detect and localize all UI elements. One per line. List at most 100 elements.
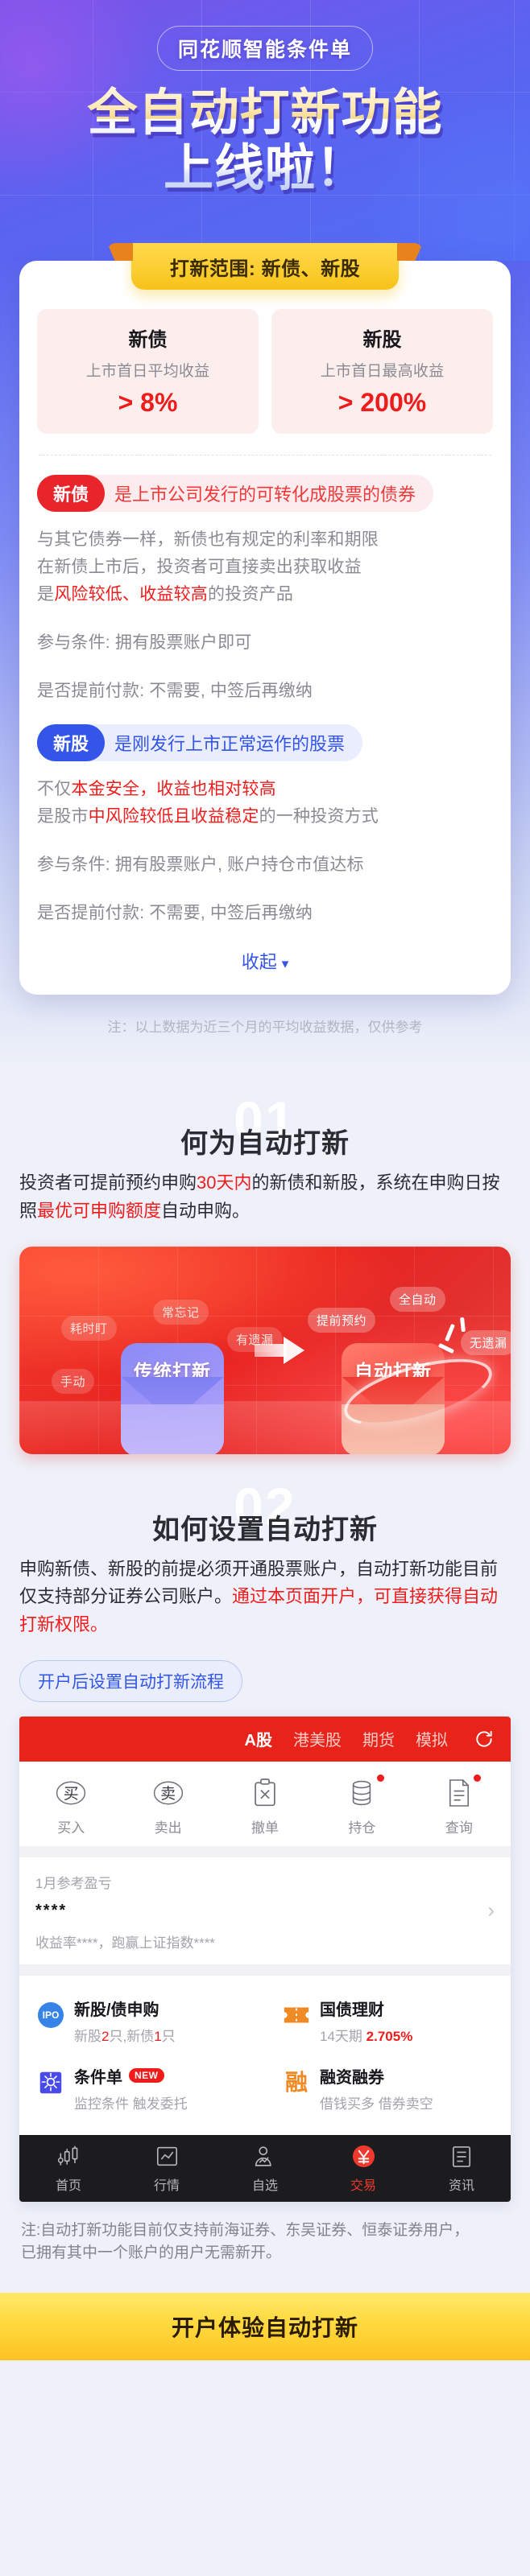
feature-condition-order[interactable]: 条件单 NEW 监控条件 触发委托 (19, 2055, 265, 2122)
stat-row: 新债 上市首日平均收益 > 8% 新股 上市首日最高收益 > 200% (37, 309, 493, 434)
label-no-omission: 无遗漏 (461, 1329, 511, 1355)
bond-line3-pre: 是 (37, 585, 55, 604)
action-cancel-order[interactable]: 撤单 (217, 1774, 313, 1836)
tabbar-watchlist[interactable]: 自选 (216, 2143, 314, 2194)
collapse-label: 收起 (241, 952, 277, 973)
watchlist-person-icon (216, 2143, 314, 2170)
tabbar-watchlist-label: 自选 (251, 2178, 278, 2193)
section1-body-hl2: 最优可申购额度 (37, 1200, 162, 1221)
app-section-separator (19, 1845, 511, 1857)
sub-num1: 2.705% (366, 2028, 413, 2044)
margin-trading-icon: 融 (283, 2069, 310, 2096)
tabbar-trade-label: 交易 (350, 2178, 376, 2193)
stock-line1-pre: 不仅 (37, 780, 72, 799)
app-pnl-panel[interactable]: 1月参考盈亏 **** 收益率****，跑赢上证指数**** › (19, 1857, 511, 1964)
info-card-wrapper: 打新范围: 新债、新股 新债 上市首日平均收益 > 8% 新股 上市首日最高收益… (0, 243, 530, 1069)
stat-subtitle: 上市首日平均收益 (85, 363, 210, 380)
card-note: 注：以上数据为近三个月的平均收益数据，仅供参考 (107, 1020, 423, 1036)
stock-line1-highlight: 本金安全，收益也相对较高 (71, 780, 276, 799)
feature-treasury-wealth[interactable]: 国债理财 14天期 2.705% (265, 1987, 511, 2055)
condition-order-icon (37, 2069, 64, 2096)
chevron-right-icon[interactable]: › (487, 1898, 495, 1923)
pnl-detail: 收益率****，跑赢上证指数**** (35, 1935, 215, 1951)
stat-subtitle: 上市首日最高收益 (320, 363, 445, 380)
tabbar-home-label: 首页 (55, 2178, 81, 2193)
feature-title-text: 新股/债申购 (74, 2001, 159, 2019)
action-holdings[interactable]: 持仓 (313, 1774, 410, 1836)
app-screenshot-mock: A股 港美股 期货 模拟 买 买入 卖 卖出 撤单 持仓 查询 1月参考盈亏 *… (19, 1716, 511, 2202)
stock-prepay: 是否提前付款: 不需要, 中签后再缴纳 (37, 904, 313, 923)
action-buy[interactable]: 买 买入 (23, 1774, 119, 1836)
bond-tagline: 新债 是上市公司发行的可转化成股票的债券 (37, 475, 434, 512)
home-candlestick-icon (19, 2143, 118, 2170)
app-top-tabbar: A股 港美股 期货 模拟 (19, 1716, 511, 1762)
tabbar-trade[interactable]: 交易 (314, 2143, 412, 2194)
pnl-value: **** (35, 1901, 68, 1919)
flow-pill-button[interactable]: 开户后设置自动打新流程 (19, 1659, 242, 1702)
holdings-icon (313, 1774, 410, 1811)
section1-body-hl1: 30天内 (197, 1173, 252, 1193)
sub-num2: 1 (154, 2028, 162, 2044)
action-sell-label: 卖出 (154, 1820, 182, 1836)
trade-yen-icon (314, 2143, 412, 2170)
sub-pre: 14天期 (320, 2028, 362, 2044)
feature-ipo-subscription[interactable]: IPO 新股/债申购 新股2只,新债1只 (19, 1987, 265, 2055)
section1-body-pre: 投资者可提前预约申购 (19, 1173, 197, 1193)
bond-line3-post: 的投资产品 (208, 585, 294, 604)
envelope-front (121, 1403, 224, 1454)
footer-note-line2: 已拥有其中一个账户的用户无需新开。 (21, 2244, 282, 2262)
buy-circle-icon: 买 (23, 1774, 119, 1811)
action-sell[interactable]: 卖 卖出 (119, 1774, 216, 1836)
new-badge: NEW (129, 2068, 164, 2083)
tabbar-home[interactable]: 首页 (19, 2143, 118, 2194)
stock-tagline: 新股 是刚发行上市正常运作的股票 (37, 724, 363, 762)
label-manual: 手动 (52, 1368, 95, 1394)
holdings-badge-dot (376, 1774, 384, 1782)
stat-title: 新债 (128, 329, 168, 351)
sub-post: 只 (161, 2028, 176, 2044)
stock-line2-pre: 是股市 (37, 807, 89, 826)
app-feature-grid: IPO 新股/债申购 新股2只,新债1只 国债理财 14天期 2.705% 条件… (19, 1976, 511, 2135)
tab-simulation[interactable]: 模拟 (416, 1727, 448, 1750)
hero-title-line1: 全自动打新功能 (0, 85, 530, 141)
cta-open-account-button[interactable]: 开户体验自动打新 (0, 2292, 530, 2360)
feature-sub: 监控条件 触发委托 (74, 2096, 188, 2112)
tab-a-shares[interactable]: A股 (245, 1727, 272, 1750)
feature-title-text: 条件单 (74, 2068, 122, 2087)
quotes-chart-icon (118, 2143, 216, 2170)
promo-landing-page: 同花顺智能条件单 全自动打新功能 上线啦！ 打新范围: 新债、新股 新债 上市首… (0, 0, 530, 2360)
section1-body: 投资者可提前预约申购30天内的新债和新股，系统在申购日按照最优可申购额度自动申购… (19, 1169, 511, 1226)
label-book-in-advance: 提前预约 (308, 1307, 376, 1333)
stock-condition: 参与条件: 拥有股票账户, 账户持仓市值达标 (37, 855, 364, 875)
action-buy-label: 买入 (57, 1820, 85, 1836)
tabbar-news[interactable]: 资讯 (412, 2143, 511, 2194)
app-quick-actions: 买 买入 卖 卖出 撤单 持仓 查询 (19, 1761, 511, 1846)
feature-sub: 借钱买多 借券卖空 (320, 2096, 433, 2112)
feature-title-text: 国债理财 (320, 2001, 384, 2019)
hero-title: 全自动打新功能 上线啦！ (0, 85, 530, 197)
tabbar-quotes[interactable]: 行情 (118, 2143, 216, 2194)
bond-chip: 新债 (37, 475, 105, 512)
refresh-icon[interactable] (474, 1729, 495, 1750)
stat-card-stock: 新股 上市首日最高收益 > 200% (271, 309, 493, 434)
stock-line2-highlight: 中风险较低且收益稳定 (88, 807, 259, 826)
action-query[interactable]: 查询 (411, 1774, 507, 1836)
comparison-illustration: 耗时盯 常忘记 有遗漏 手动 提前预约 全自动 无遗漏 传统打新 ✕ 自动打新 … (19, 1246, 511, 1454)
tabbar-quotes-label: 行情 (153, 2178, 180, 2193)
section1-head: 01 何为自动打新 (19, 1094, 511, 1163)
collapse-toggle[interactable]: 收起 ▾ (37, 948, 493, 974)
stat-card-bond: 新债 上市首日平均收益 > 8% (37, 309, 259, 434)
hero-title-line2: 上线啦！ (0, 141, 530, 196)
bond-line3-highlight: 风险较低、收益较高 (54, 585, 209, 604)
tab-futures[interactable]: 期货 (362, 1727, 395, 1750)
hero-badge: 同花顺智能条件单 (157, 26, 373, 71)
feature-title-text: 融资融券 (320, 2068, 384, 2087)
stat-value: > 200% (337, 388, 427, 417)
feature-title: 融资融券 (320, 2064, 433, 2088)
tab-hk-us-shares[interactable]: 港美股 (293, 1727, 342, 1750)
feature-title: 条件单 NEW (74, 2064, 188, 2088)
section-what-is-auto-ipo: 01 何为自动打新 投资者可提前预约申购30天内的新债和新股，系统在申购日按照最… (0, 1094, 530, 1454)
feature-margin-trading[interactable]: 融 融资融券 借钱买多 借券卖空 (265, 2055, 511, 2122)
feature-sub: 14天期 2.705% (320, 2025, 412, 2045)
app-section-separator (19, 1964, 511, 1976)
